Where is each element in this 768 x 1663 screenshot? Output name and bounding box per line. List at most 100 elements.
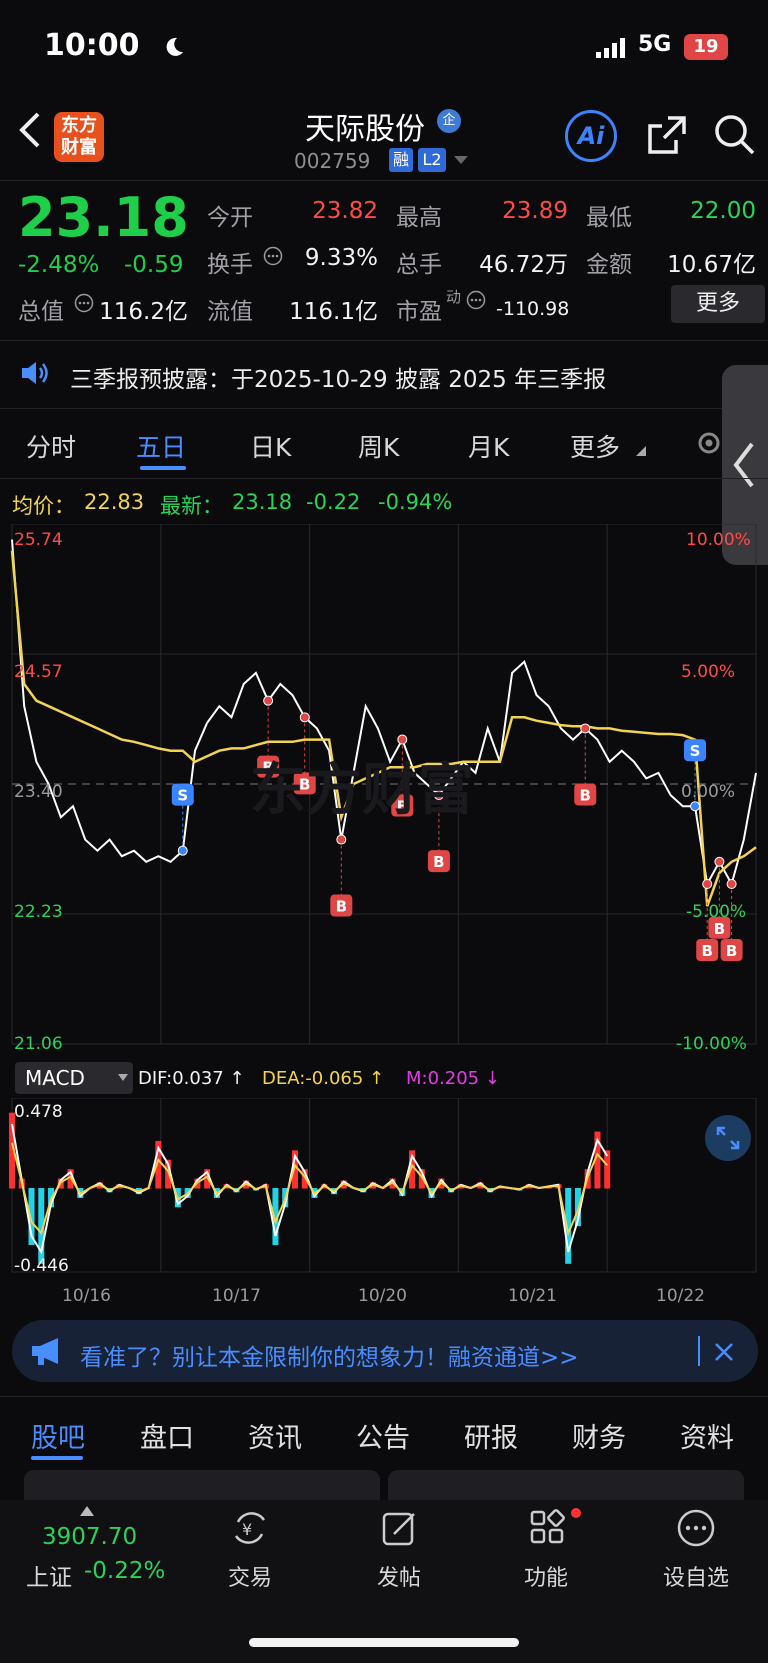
y-tick-left: 24.57: [14, 662, 63, 682]
last-label: 最新：: [160, 494, 223, 518]
avg-label: 均价：: [12, 494, 75, 518]
tab-financials[interactable]: 财务: [572, 1416, 626, 1455]
pe-dynamic-sup: 动: [446, 288, 462, 306]
last-price: 23.18: [18, 186, 189, 249]
nav-functions[interactable]: 功能: [491, 1560, 601, 1592]
tab-announcements[interactable]: 公告: [356, 1416, 410, 1455]
macd-dif: DIF:0.037 ↑: [138, 1068, 245, 1089]
tab-news[interactable]: 资讯: [248, 1416, 302, 1455]
ai-button[interactable]: Ai: [565, 110, 617, 162]
y-tick-right: 10.00%: [686, 530, 751, 550]
l2-tag[interactable]: L2: [418, 148, 446, 172]
tab-more[interactable]: 更多: [570, 428, 620, 464]
active-tab-indicator: [31, 1456, 83, 1460]
amount-value: 10.67亿: [667, 252, 756, 278]
info-icon[interactable]: [263, 246, 283, 266]
low-label: 最低: [586, 205, 632, 231]
y-tick-right: -10.00%: [676, 1034, 747, 1054]
more-button[interactable]: 更多: [671, 285, 765, 323]
macd-frame: [11, 1098, 757, 1273]
trade-icon[interactable]: ¥: [230, 1508, 270, 1548]
trade-point: [702, 879, 713, 889]
caret-up-icon: [80, 1506, 94, 1516]
turnover-value: 9.33%: [304, 245, 378, 271]
edit-icon[interactable]: [380, 1508, 420, 1548]
tab-monthly-k[interactable]: 月K: [468, 428, 509, 464]
trade-point: [336, 834, 347, 845]
open-label: 今开: [207, 205, 253, 231]
low-value: 22.00: [690, 198, 756, 224]
grid-icon[interactable]: [528, 1508, 568, 1548]
margin-tag: 融: [389, 148, 413, 172]
divider: [0, 478, 768, 479]
notice-text[interactable]: 三季报预披露：于2025-10-29 披露 2025 年三季报: [70, 360, 606, 394]
tab-research[interactable]: 研报: [464, 1416, 518, 1455]
marker-label: B: [336, 898, 347, 916]
home-indicator[interactable]: [249, 1638, 519, 1647]
trade-point: [299, 712, 310, 723]
speaker-icon: [22, 362, 48, 384]
macd-y-top: 0.478: [14, 1102, 63, 1122]
indicator-selector[interactable]: MACD: [15, 1062, 133, 1094]
high-value: 23.89: [502, 198, 568, 224]
banner-text[interactable]: 看准了？别让本金限制你的想象力！融资通道>>: [80, 1338, 579, 1372]
gear-icon[interactable]: [694, 428, 724, 458]
svg-text:¥: ¥: [242, 1520, 252, 1539]
info-icon[interactable]: [74, 293, 94, 313]
info-icon[interactable]: [466, 290, 486, 310]
nav-trade[interactable]: 交易: [195, 1560, 305, 1592]
indicator-name: MACD: [25, 1066, 85, 1090]
index-pct[interactable]: -0.22%: [84, 1558, 165, 1584]
x-tick: 10/17: [212, 1286, 261, 1306]
y-tick-left: 21.06: [14, 1034, 63, 1054]
trade-point: [580, 723, 591, 734]
nav-post[interactable]: 发帖: [344, 1560, 454, 1592]
caret-down-icon[interactable]: [454, 156, 468, 166]
tab-profile[interactable]: 资料: [680, 1416, 734, 1455]
expand-icon[interactable]: [716, 1126, 740, 1150]
tab-daily-k[interactable]: 日K: [250, 428, 291, 464]
index-name[interactable]: 上证: [26, 1558, 72, 1592]
y-tick-left: 22.23: [14, 902, 63, 922]
stock-code: 002759: [294, 149, 371, 173]
app-logo: 东方 财富: [54, 112, 104, 162]
macd-chart[interactable]: [0, 1098, 768, 1278]
macd-m: M:0.205 ↓: [406, 1068, 500, 1089]
watermark: 东方财富: [250, 758, 474, 823]
mktcap-value: 116.2亿: [99, 299, 188, 325]
marker-label: B: [714, 920, 725, 938]
amount-label: 金额: [586, 252, 632, 278]
tab-forum[interactable]: 股吧: [31, 1416, 85, 1455]
stock-name: 天际股份: [305, 112, 425, 147]
moon-icon: [166, 37, 183, 56]
last-pct: -0.94%: [378, 490, 453, 514]
share-icon[interactable]: [646, 114, 688, 156]
x-tick: 10/21: [508, 1286, 557, 1306]
x-tick: 10/20: [358, 1286, 407, 1306]
divider: [0, 340, 768, 341]
tab-orderbook[interactable]: 盘口: [140, 1416, 194, 1455]
chevron-left-icon[interactable]: [732, 442, 756, 488]
trade-point: [690, 801, 701, 812]
nav-add-watchlist[interactable]: 设自选: [641, 1560, 751, 1592]
tab-weekly-k[interactable]: 周K: [358, 428, 399, 464]
trade-point: [397, 734, 408, 745]
y-tick-right: 5.00%: [681, 662, 736, 682]
divider: [0, 180, 768, 181]
pe-label: 市盈: [396, 299, 442, 325]
avg-price-line: [10, 550, 757, 907]
tab-five-day[interactable]: 五日: [136, 428, 186, 464]
search-icon[interactable]: [712, 112, 756, 156]
caret-down-icon[interactable]: [118, 1074, 128, 1082]
more-dots-icon[interactable]: [676, 1508, 716, 1548]
avg-value: 22.83: [84, 490, 145, 514]
volume-label: 总手: [396, 252, 442, 278]
index-value[interactable]: 3907.70: [42, 1524, 137, 1550]
x-tick: 10/16: [62, 1286, 111, 1306]
notification-dot: [571, 1508, 581, 1518]
marker-label: S: [690, 742, 701, 760]
float-label: 流值: [207, 299, 253, 325]
close-icon[interactable]: [714, 1342, 734, 1362]
back-arrow-icon[interactable]: [18, 112, 42, 148]
tab-intraday[interactable]: 分时: [26, 428, 76, 464]
